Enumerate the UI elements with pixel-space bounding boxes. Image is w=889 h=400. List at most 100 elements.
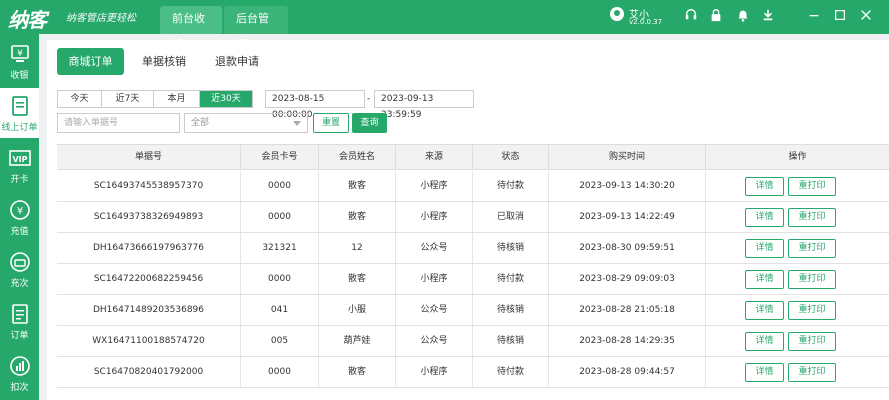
reprint-button[interactable]: 重打印 (788, 177, 836, 196)
cell-source: 小程序 (396, 264, 473, 294)
recharge-times-icon (10, 252, 30, 272)
cell-actions: 详情 重打印 (706, 202, 889, 232)
sidebar-item-order[interactable]: 订单 (0, 296, 39, 346)
cell-purchase-time: 2023-08-28 14:29:35 (549, 326, 706, 356)
detail-button[interactable]: 详情 (745, 363, 784, 382)
table-row: WX16471100188574720 005 葫芦娃 公众号 待核销 2023-08-2… (57, 326, 889, 357)
cell-order-no: SC16470820401792000 (57, 357, 241, 387)
sidebar-item-open-card[interactable]: VIP 开卡 (0, 140, 39, 190)
range-30days[interactable]: 近30天 (200, 91, 252, 107)
cell-purchase-time: 2023-08-28 09:44:57 (549, 357, 706, 387)
cell-order-no: DH16471489203536896 (57, 295, 241, 325)
cell-member-name: 散客 (319, 202, 396, 232)
svg-text:¥: ¥ (17, 49, 23, 59)
maximize-icon[interactable] (832, 8, 848, 24)
tab-refund[interactable]: 退款申请 (207, 48, 267, 75)
table-row: SC16470820401792000 0000 散客 小程序 待付款 2023-08-2… (57, 357, 889, 388)
main-panel: 商城订单 单据核销 退款申请 今天 近7天 本月 近30天 2023-08-15… (47, 40, 889, 400)
status-select-value: 全部 (191, 118, 210, 128)
detail-button[interactable]: 详情 (745, 177, 784, 196)
detail-button[interactable]: 详情 (745, 239, 784, 258)
range-month[interactable]: 本月 (154, 91, 200, 107)
col-source: 来源 (396, 145, 473, 170)
detail-button[interactable]: 详情 (745, 332, 784, 351)
table-row: DH16471489203536896 041 小服 公众号 待核销 2023-08-28… (57, 295, 889, 326)
tab-mall-orders[interactable]: 商城订单 (57, 48, 124, 75)
reprint-button[interactable]: 重打印 (788, 301, 836, 320)
detail-button[interactable]: 详情 (745, 301, 784, 320)
cell-card-no: 0000 (241, 264, 319, 294)
cell-status: 待付款 (473, 357, 549, 387)
avatar (610, 7, 624, 21)
sidebar-item-label: 充值 (10, 227, 29, 237)
reset-button[interactable]: 重置 (313, 113, 349, 133)
svg-text:VIP: VIP (12, 155, 27, 164)
cell-card-no: 005 (241, 326, 319, 356)
cell-source: 公众号 (396, 295, 473, 325)
cell-member-name: 小服 (319, 295, 396, 325)
col-card-no: 会员卡号 (241, 145, 319, 170)
sidebar-item-label: 开卡 (10, 175, 29, 185)
cell-order-no: WX16471100188574720 (57, 326, 241, 356)
svg-text:¥: ¥ (17, 206, 23, 217)
table-row: DH16473666197963776 321321 12 公众号 待核销 2023-08… (57, 233, 889, 264)
range-7days[interactable]: 近7天 (102, 91, 154, 107)
cell-purchase-time: 2023-08-28 21:05:18 (549, 295, 706, 325)
sidebar-item-recharge[interactable]: ¥ 充值 (0, 192, 39, 242)
end-date-input[interactable]: 2023-09-13 23:59:59 (374, 90, 474, 120)
status-select[interactable]: 全部 (184, 113, 308, 133)
sidebar-item-deduct[interactable]: 扣次 (0, 348, 39, 398)
cell-actions: 详情 重打印 (706, 171, 889, 201)
cell-source: 小程序 (396, 202, 473, 232)
order-number-input[interactable] (57, 113, 180, 133)
cell-member-name: 葫芦娃 (319, 326, 396, 356)
query-button[interactable]: 查询 (352, 113, 387, 133)
cell-actions: 详情 重打印 (706, 326, 889, 356)
cell-source: 小程序 (396, 357, 473, 387)
cell-card-no: 041 (241, 295, 319, 325)
bell-icon[interactable] (735, 8, 751, 24)
close-icon[interactable] (858, 8, 874, 24)
sidebar-item-online-order[interactable]: 线上订单 (0, 88, 39, 138)
cell-actions: 详情 重打印 (706, 264, 889, 294)
cell-status: 已取消 (473, 202, 549, 232)
sidebar-item-label: 扣次 (10, 383, 29, 393)
orders-table: 单据号 会员卡号 会员姓名 来源 状态 购买时间 操作 SC1649374553… (57, 144, 889, 388)
detail-button[interactable]: 详情 (745, 270, 784, 289)
range-today[interactable]: 今天 (58, 91, 102, 107)
detail-button[interactable]: 详情 (745, 208, 784, 227)
col-order-no: 单据号 (57, 145, 241, 170)
lock-icon[interactable] (708, 8, 724, 24)
cell-order-no: SC16493745538957370 (57, 171, 241, 201)
table-row: SC16493745538957370 0000 散客 小程序 待付款 2023-09-1… (57, 171, 889, 202)
reprint-button[interactable]: 重打印 (788, 239, 836, 258)
headset-icon[interactable] (683, 8, 699, 24)
cell-card-no: 321321 (241, 233, 319, 263)
cell-purchase-time: 2023-09-13 14:22:49 (549, 202, 706, 232)
deduct-icon (10, 356, 30, 376)
cell-member-name: 12 (319, 233, 396, 263)
reprint-button[interactable]: 重打印 (788, 363, 836, 382)
sidebar-item-label: 充次 (10, 279, 29, 289)
title-bar: 纳客 纳客管店更轻松 前台收银 后台管理 艾小 v2.0.0.37 (0, 0, 889, 51)
cell-member-name: 散客 (319, 264, 396, 294)
date-separator: - (367, 94, 371, 104)
minimize-icon[interactable] (806, 8, 822, 24)
start-date-input[interactable]: 2023-08-15 00:00:00 (265, 90, 365, 120)
online-order-icon (12, 96, 28, 116)
cell-status: 待核销 (473, 233, 549, 263)
nav-back-office[interactable]: 后台管理 (224, 6, 288, 51)
cell-card-no: 0000 (241, 357, 319, 387)
cell-member-name: 散客 (319, 171, 396, 201)
cell-status: 待付款 (473, 264, 549, 294)
reprint-button[interactable]: 重打印 (788, 270, 836, 289)
reprint-button[interactable]: 重打印 (788, 208, 836, 227)
nav-front-desk[interactable]: 前台收银 (160, 6, 222, 51)
download-icon[interactable] (760, 8, 776, 24)
sidebar-item-cashier[interactable]: ¥ 收银 (0, 36, 39, 86)
sidebar-item-recharge-times[interactable]: 充次 (0, 244, 39, 294)
cell-purchase-time: 2023-08-29 09:09:03 (549, 264, 706, 294)
tab-verification[interactable]: 单据核销 (134, 48, 194, 75)
cell-purchase-time: 2023-09-13 14:30:20 (549, 171, 706, 201)
reprint-button[interactable]: 重打印 (788, 332, 836, 351)
